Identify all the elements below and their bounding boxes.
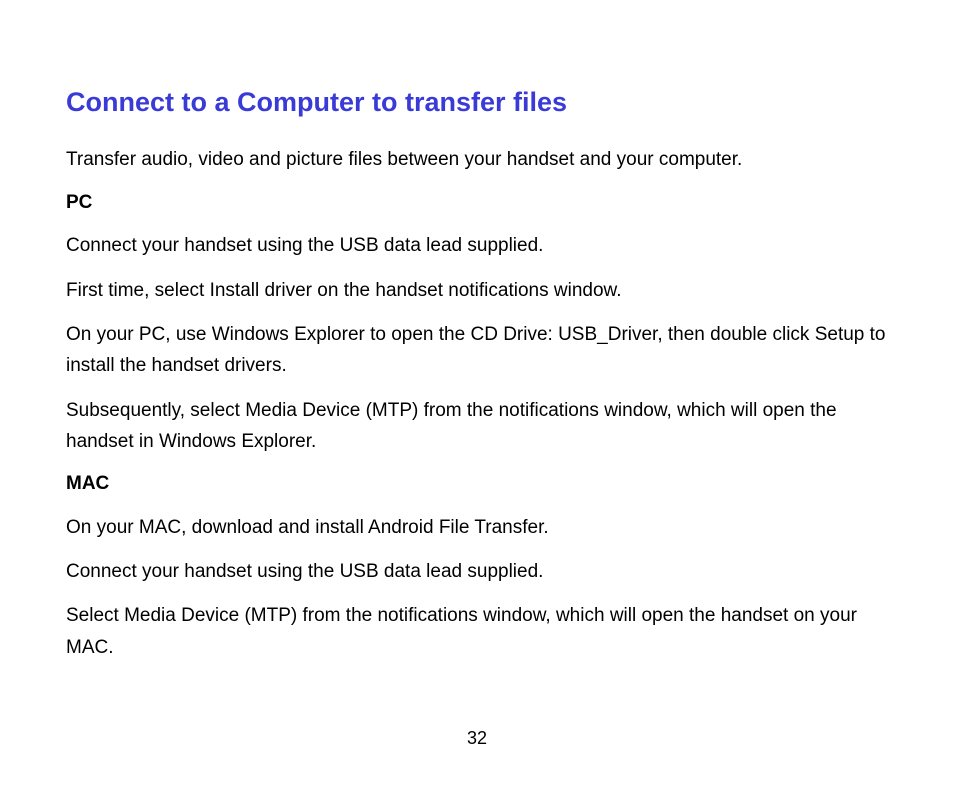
pc-paragraph: On your PC, use Windows Explorer to open… (66, 319, 888, 382)
pc-paragraph: First time, select Install driver on the… (66, 275, 888, 306)
intro-paragraph: Transfer audio, video and picture files … (66, 144, 888, 175)
page-number: 32 (0, 728, 954, 749)
pc-paragraph: Connect your handset using the USB data … (66, 230, 888, 261)
pc-subheading: PC (66, 189, 888, 218)
document-page: Connect to a Computer to transfer files … (0, 0, 954, 789)
mac-subheading: MAC (66, 470, 888, 499)
page-title: Connect to a Computer to transfer files (66, 86, 888, 118)
mac-paragraph: On your MAC, download and install Androi… (66, 512, 888, 543)
pc-paragraph: Subsequently, select Media Device (MTP) … (66, 395, 888, 458)
mac-paragraph: Select Media Device (MTP) from the notif… (66, 600, 888, 663)
mac-paragraph: Connect your handset using the USB data … (66, 556, 888, 587)
